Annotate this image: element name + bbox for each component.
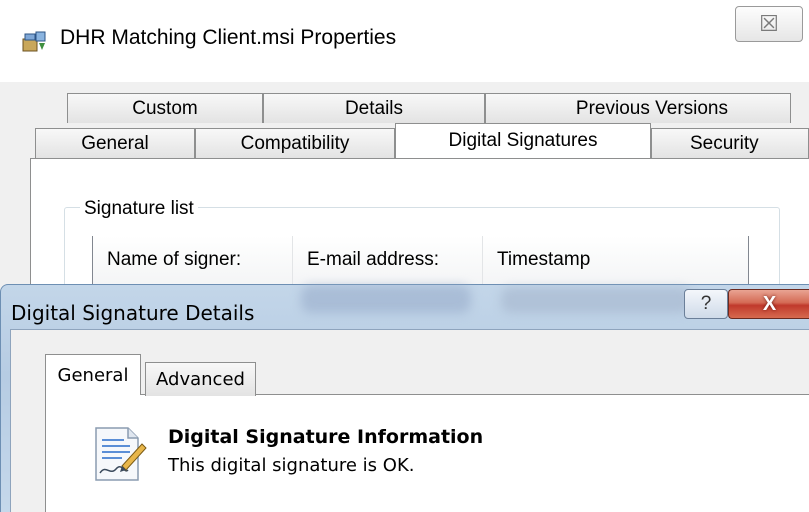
signature-info-heading: Digital Signature Information <box>168 426 484 448</box>
column-header-email[interactable]: E-mail address: <box>293 236 483 284</box>
tab-details[interactable]: Details <box>263 93 485 123</box>
close-button[interactable]: X <box>728 289 809 319</box>
tab-previous-versions[interactable]: Previous Versions <box>485 93 791 123</box>
blurred-timestamp-value <box>501 287 691 313</box>
close-icon: ☒ <box>759 11 779 36</box>
tab-custom[interactable]: Custom <box>67 93 263 123</box>
blurred-email-value <box>301 285 471 313</box>
window-title: DHR Matching Client.msi Properties <box>60 26 397 49</box>
tab-general[interactable]: General <box>45 354 141 395</box>
signature-list-legend: Signature list <box>80 198 198 220</box>
column-header-name[interactable]: Name of signer: <box>93 236 293 284</box>
general-tab-panel <box>45 394 809 512</box>
tab-digital-signatures[interactable]: Digital Signatures <box>395 123 651 159</box>
tab-compatibility[interactable]: Compatibility <box>195 128 395 158</box>
properties-titlebar: DHR Matching Client.msi Properties <box>0 0 809 82</box>
window-title: Digital Signature Details <box>11 301 255 325</box>
help-icon: ? <box>700 293 712 314</box>
column-header-timestamp[interactable]: Timestamp <box>483 236 748 284</box>
close-button[interactable]: ☒ <box>735 6 803 42</box>
installer-package-icon <box>22 31 46 52</box>
help-button[interactable]: ? <box>684 289 728 319</box>
signature-status-text: This digital signature is OK. <box>168 455 415 476</box>
tab-security[interactable]: Security <box>651 128 809 158</box>
tab-advanced[interactable]: Advanced <box>145 362 256 396</box>
signature-document-icon <box>95 427 147 481</box>
close-icon: X <box>762 292 777 315</box>
tab-general[interactable]: General <box>35 128 195 158</box>
